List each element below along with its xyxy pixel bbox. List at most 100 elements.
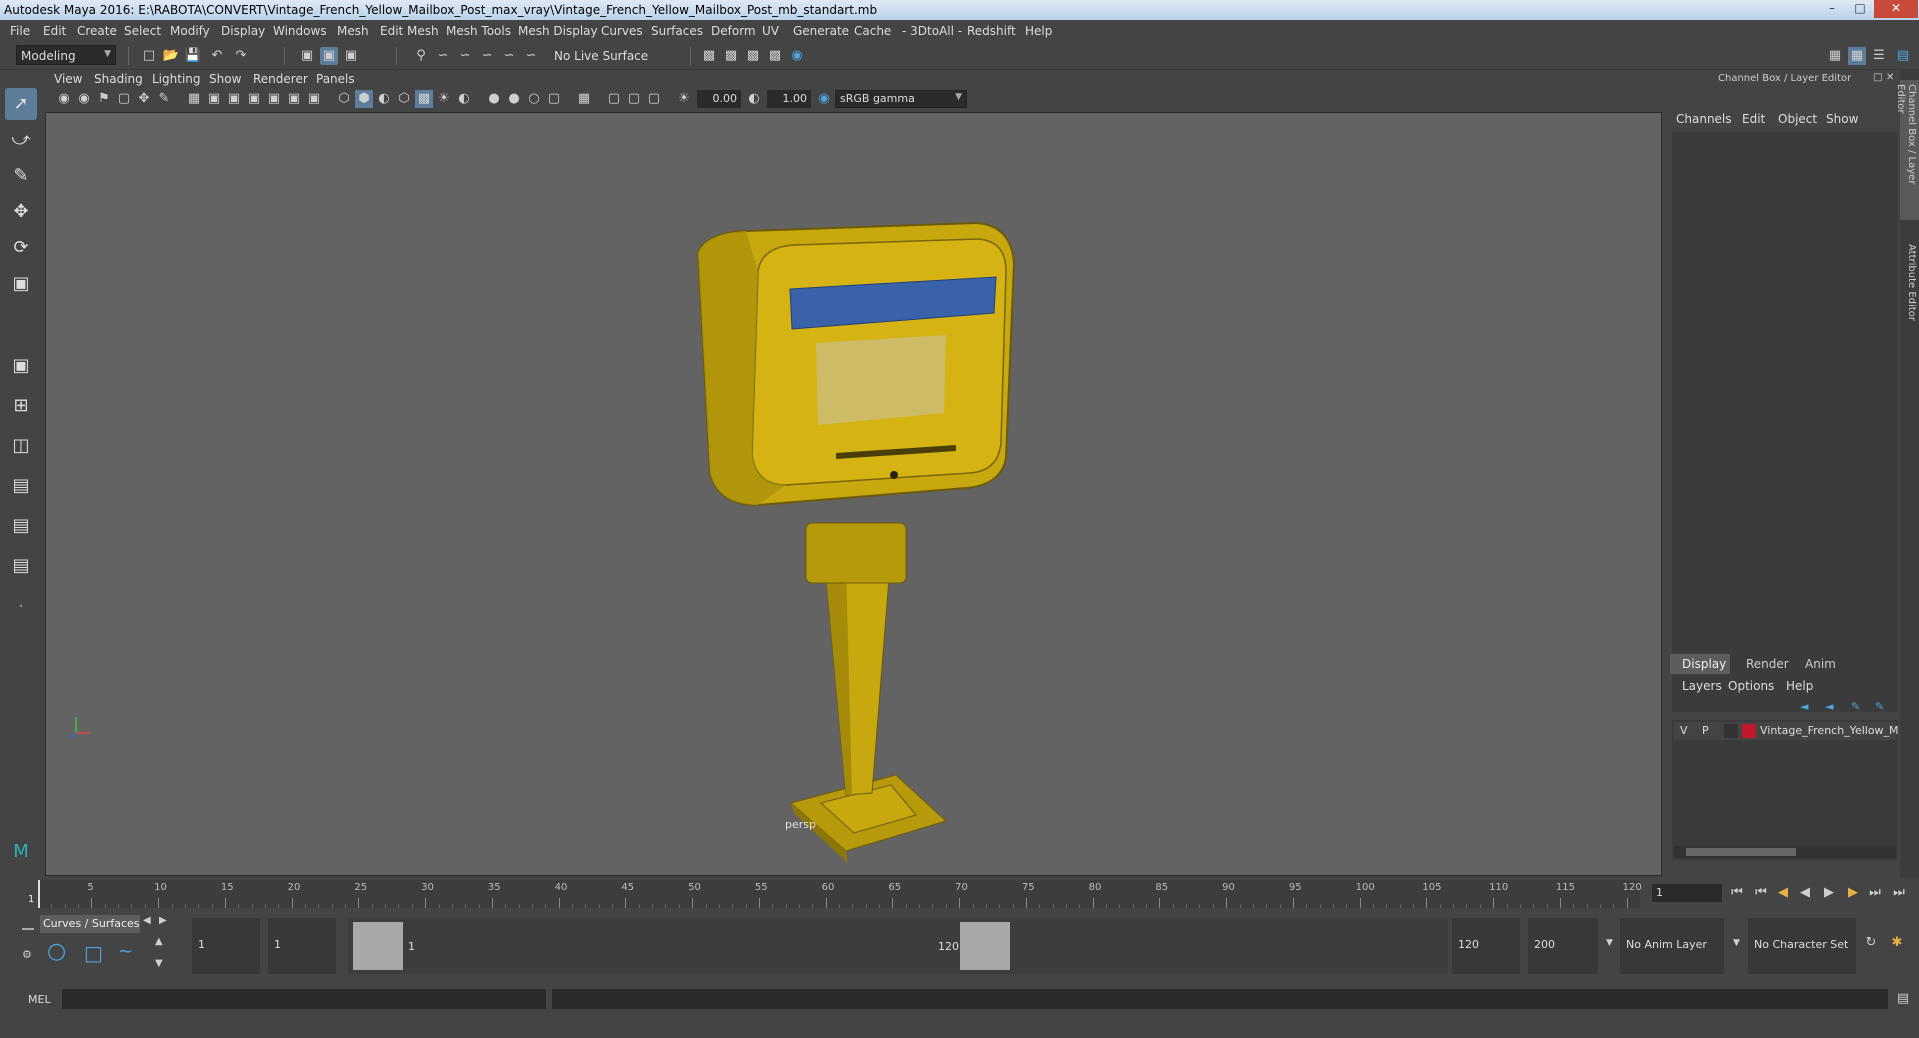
color-space-selector[interactable]: sRGB gamma ▼ xyxy=(835,90,967,108)
safe-action-icon[interactable]: ▣ xyxy=(285,90,303,108)
gate-mask-icon[interactable]: ▣ xyxy=(245,90,263,108)
layer-name[interactable]: Vintage_French_Yellow_M xyxy=(1760,724,1899,737)
tab-display[interactable]: Display xyxy=(1670,654,1730,674)
menu-display[interactable]: Display xyxy=(221,24,265,38)
maximize-icon[interactable]: □ xyxy=(1846,0,1874,18)
four-view-icon[interactable]: ⊞ xyxy=(5,390,37,422)
play-forward-icon[interactable]: ▶ xyxy=(1820,884,1838,902)
menu-cache[interactable]: Cache xyxy=(854,24,891,38)
command-input[interactable] xyxy=(62,989,546,1009)
workspace-icon[interactable]: ▦ xyxy=(1826,47,1844,65)
side-tab-channel-box[interactable]: Channel Box / Layer Editor xyxy=(1895,80,1919,220)
minimize-icon[interactable]: – xyxy=(1818,0,1846,18)
current-frame-field[interactable]: 1 xyxy=(1652,884,1722,902)
film-gate-icon[interactable]: ▣ xyxy=(205,90,223,108)
menu-help[interactable]: Help xyxy=(1025,24,1052,38)
layer-reference-toggle[interactable] xyxy=(1724,724,1738,738)
snap-surface-icon[interactable]: ∽ xyxy=(500,47,518,65)
menu-redshift[interactable]: Redshift xyxy=(967,24,1016,38)
new-layer-icon[interactable]: ✎ xyxy=(1851,700,1860,713)
menu-mesh-tools[interactable]: Mesh Tools xyxy=(446,24,511,38)
panel-menu-shading[interactable]: Shading xyxy=(94,72,143,86)
range-end-handle[interactable] xyxy=(960,922,1010,970)
live-surface-field[interactable]: No Live Surface xyxy=(550,46,650,66)
object-menu[interactable]: Object xyxy=(1778,112,1817,126)
select-object-icon[interactable]: ▣ xyxy=(320,47,338,65)
viewport-3d[interactable] xyxy=(45,112,1662,876)
snap-grid-icon[interactable]: ⚲ xyxy=(412,47,430,65)
scale-tool-icon[interactable]: ▣ xyxy=(5,268,37,300)
xray-icon[interactable]: ▢ xyxy=(605,90,623,108)
save-scene-icon[interactable]: 💾 xyxy=(184,47,202,65)
shelf-next-icon[interactable]: ▶ xyxy=(159,915,167,926)
cv-curve-icon[interactable]: ∼ xyxy=(118,941,133,962)
hypershade-icon[interactable]: ▩ xyxy=(766,47,784,65)
step-back-key-icon[interactable]: ⏮ xyxy=(1752,884,1770,902)
playback-end-field[interactable]: 120 xyxy=(1452,918,1520,974)
camera-attributes-icon[interactable]: ◉ xyxy=(75,90,93,108)
range-track[interactable]: 1 120 xyxy=(348,918,1448,974)
options-menu[interactable]: Options xyxy=(1728,679,1774,693)
wireframe-on-shaded-icon[interactable]: ⬡ xyxy=(395,90,413,108)
character-set-selector[interactable]: No Character Set xyxy=(1748,918,1856,974)
depth-of-field-icon[interactable]: ▢ xyxy=(545,90,563,108)
tab-anim[interactable]: Anim xyxy=(1805,657,1836,671)
menu-mesh[interactable]: Mesh xyxy=(337,24,369,38)
open-scene-icon[interactable]: 📂 xyxy=(162,47,180,65)
script-editor-icon[interactable]: ▤ xyxy=(1894,990,1912,1008)
nurbs-square-icon[interactable]: □ xyxy=(84,941,103,965)
snap-vertex-icon[interactable]: ∽ xyxy=(522,47,540,65)
menu-edit-mesh[interactable]: Edit Mesh xyxy=(380,24,439,38)
single-view-icon[interactable]: ▣ xyxy=(5,350,37,382)
snap-point-icon[interactable]: ∽ xyxy=(456,47,474,65)
persp-outliner-icon[interactable]: ▤ xyxy=(5,470,37,502)
go-to-start-icon[interactable]: ⏮ xyxy=(1728,884,1746,902)
tab-render[interactable]: Render xyxy=(1746,657,1789,671)
isolate-select-icon[interactable]: ▦ xyxy=(575,90,593,108)
rotate-tool-icon[interactable]: ⟳ xyxy=(5,232,37,264)
exposure-icon[interactable]: ☀ xyxy=(675,90,693,108)
smooth-shade-icon[interactable]: ⬢ xyxy=(355,90,373,108)
side-tab-attribute-editor[interactable]: Attribute Editor xyxy=(1900,240,1919,340)
textured-icon[interactable]: ▩ xyxy=(415,90,433,108)
menu-create[interactable]: Create xyxy=(77,24,117,38)
more-layouts-icon[interactable]: · xyxy=(5,590,37,622)
script-language-toggle[interactable]: MEL xyxy=(28,993,51,1006)
exposure-field[interactable]: 0.00 xyxy=(697,90,741,108)
outliner-icon[interactable]: ☰ xyxy=(1870,47,1888,65)
help-menu[interactable]: Help xyxy=(1786,679,1813,693)
edit-menu[interactable]: Edit xyxy=(1742,112,1765,126)
select-hierarchy-icon[interactable]: ▣ xyxy=(298,47,316,65)
render-current-icon[interactable]: ▩ xyxy=(700,47,718,65)
shelf-collapse-icon[interactable] xyxy=(22,928,34,930)
panel-menu-show[interactable]: Show xyxy=(209,72,241,86)
move-tool-icon[interactable]: ✥ xyxy=(5,196,37,228)
layer-playback-toggle[interactable]: P xyxy=(1702,724,1709,737)
persp-hypershade-icon[interactable]: ▤ xyxy=(5,550,37,582)
select-component-icon[interactable]: ▣ xyxy=(342,47,360,65)
render-settings-icon[interactable]: ▩ xyxy=(744,47,762,65)
menu-3dtoall[interactable]: - 3DtoAll - xyxy=(902,24,962,38)
mode-selector[interactable]: Modeling ▼ xyxy=(16,45,116,65)
default-material-icon[interactable]: ◐ xyxy=(375,90,393,108)
nurbs-circle-icon[interactable]: ○ xyxy=(47,939,66,964)
anti-aliasing-icon[interactable]: ○ xyxy=(525,90,543,108)
chevron-down-icon[interactable]: ▼ xyxy=(1733,938,1740,948)
gear-icon[interactable]: ⚙ xyxy=(22,948,32,961)
wireframe-icon[interactable]: ⬡ xyxy=(335,90,353,108)
camera-icon[interactable]: ◉ xyxy=(55,90,73,108)
persp-graph-icon[interactable]: ▤ xyxy=(5,510,37,542)
panel-menu-lighting[interactable]: Lighting xyxy=(152,72,201,86)
redo-icon[interactable]: ↷ xyxy=(232,47,250,65)
menu-curves[interactable]: Curves xyxy=(601,24,643,38)
menu-select[interactable]: Select xyxy=(124,24,161,38)
new-layer-selected-icon[interactable]: ✎ xyxy=(1875,700,1884,713)
layer-row[interactable]: V P Vintage_French_Yellow_M xyxy=(1674,722,1899,740)
menu-mesh-display[interactable]: Mesh Display xyxy=(518,24,598,38)
time-ruler[interactable]: 5 10 15 20 25 30 35 40 45 50 55 60 65 70 75 80 85 90 95 100… xyxy=(38,880,1642,908)
motion-blur-icon[interactable]: ● xyxy=(505,90,523,108)
safe-title-icon[interactable]: ▣ xyxy=(305,90,323,108)
scene-end-field[interactable]: 200 xyxy=(1528,918,1598,974)
lasso-tool-icon[interactable]: ⤻ xyxy=(5,124,37,156)
close-icon[interactable]: ✕ xyxy=(1874,0,1918,18)
